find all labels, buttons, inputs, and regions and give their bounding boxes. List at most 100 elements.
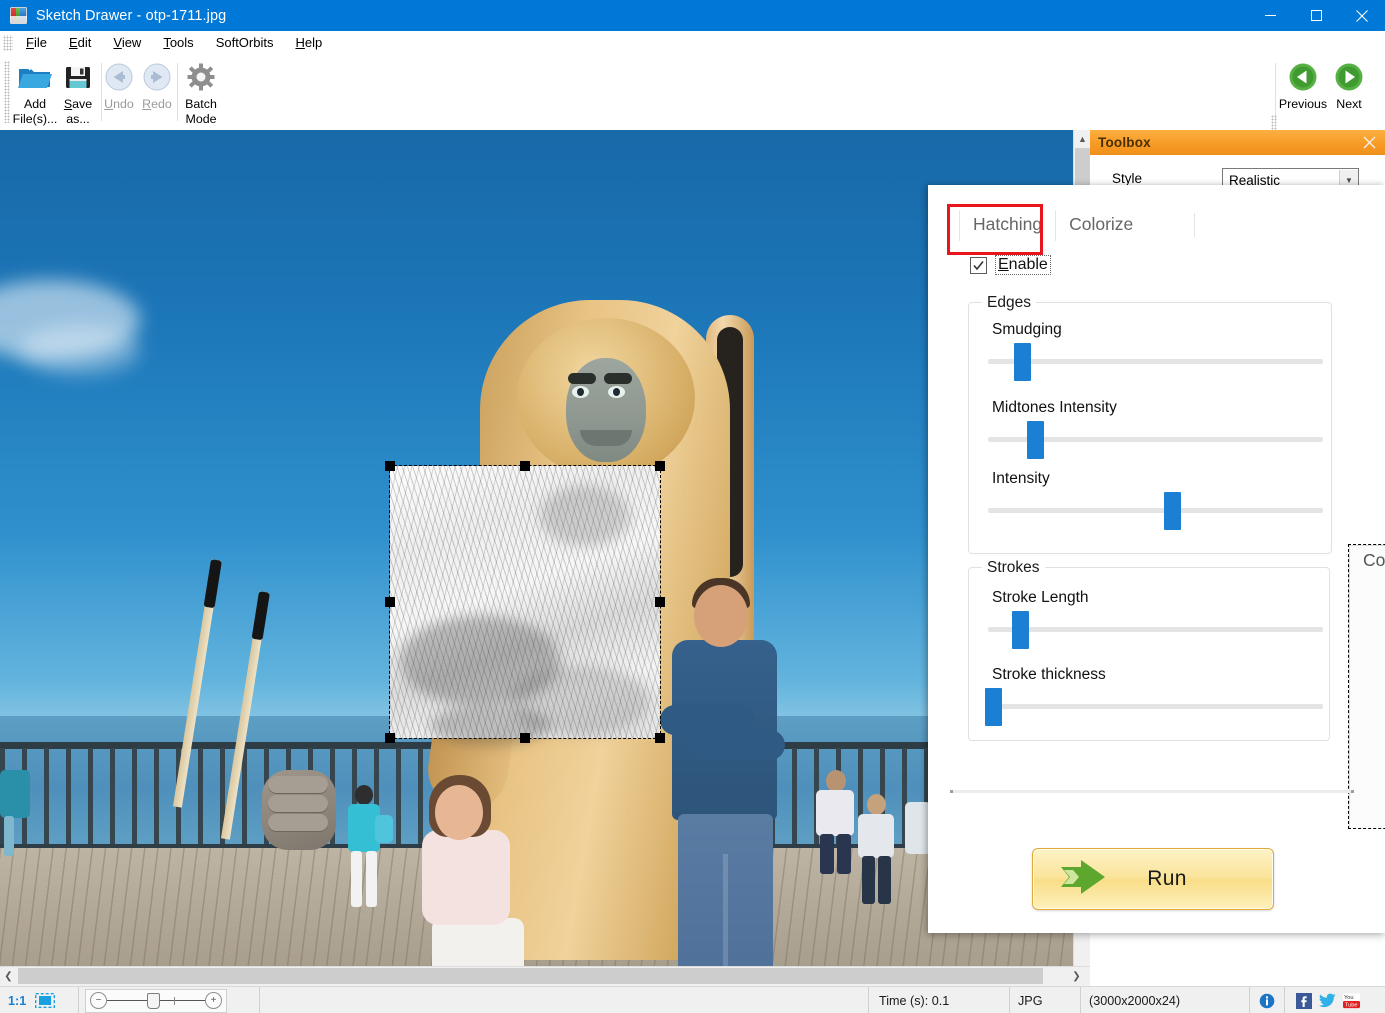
stroke-length-slider-thumb[interactable] [1012,611,1029,649]
menu-file[interactable]: File [15,32,58,54]
menu-grip-icon [3,35,13,51]
facebook-icon[interactable] [1295,992,1312,1009]
previous-button[interactable]: Previous [1278,58,1328,127]
zoom-track-left [107,1000,147,1001]
zoom-ratio-cell[interactable]: 1:1 [0,987,79,1013]
info-cell[interactable] [1250,987,1285,1013]
zoom-track-mid [160,1000,174,1001]
minus-icon[interactable]: − [90,992,107,1009]
menu-softorbits[interactable]: SoftOrbits [205,32,285,54]
processing-time-cell: Time (s): 0.1 [868,987,1010,1013]
girl-top [422,830,510,925]
add-files-button[interactable]: Add File(s)... [12,58,58,127]
tab-colorize[interactable]: Colorize [1055,210,1146,241]
photo-bigfoot-statue [0,130,1073,966]
undo-button[interactable]: Undo [100,58,138,127]
edges-group: Edges [968,302,1332,554]
gear-icon [186,58,216,96]
stroke-thickness-slider-track[interactable] [988,704,1323,709]
toolbox-panel: Contour Hatching Colorize Enable Edges S… [928,185,1385,933]
selection-handle-s[interactable] [520,733,530,743]
intensity-slider-thumb[interactable] [1164,492,1181,530]
selection-handle-sw[interactable] [385,733,395,743]
undo-label: Undo [104,97,134,112]
menu-edit[interactable]: Edit [58,32,102,54]
toolbox-tabs: Contour Hatching Colorize [959,209,1146,241]
next-button[interactable]: Next [1327,58,1371,127]
previous-label: Previous [1279,97,1327,112]
zoom-slider-cell[interactable]: − + [79,987,260,1013]
menu-help[interactable]: Help [284,32,333,54]
youtube-icon[interactable]: You Tube [1343,992,1360,1009]
chevron-up-icon[interactable]: ▲ [1074,130,1091,147]
title-bar: Sketch Drawer - otp-1711.jpg [0,0,1385,31]
selection-handle-w[interactable] [385,597,395,607]
image-canvas[interactable] [0,130,1073,966]
edges-group-title: Edges [982,294,1036,312]
window-controls [1247,0,1385,31]
toolbar-separator-3 [1275,63,1276,121]
green-play-arrow-icon [1059,858,1109,901]
smudging-slider-thumb[interactable] [1014,343,1031,381]
tab-hatching[interactable]: Hatching [959,210,1055,241]
midtones-intensity-slider-thumb[interactable] [1027,421,1044,459]
stroke-length-slider-track[interactable] [988,627,1323,632]
zoom-slider-thumb[interactable] [147,993,160,1009]
format-label: JPG [1018,994,1043,1008]
redo-button[interactable]: Redo [138,58,176,127]
tab-strip-end-divider [1194,213,1195,237]
close-button[interactable] [1339,0,1385,31]
fit-to-screen-icon[interactable] [35,993,55,1008]
chevron-left-icon[interactable]: ❮ [0,967,17,985]
next-label: Next [1336,97,1361,112]
save-as-button[interactable]: Save as... [57,58,99,127]
selection-handle-n[interactable] [520,461,530,471]
toolbox-separator [950,790,1354,793]
chevron-right-icon[interactable]: ❯ [1068,967,1085,985]
social-icons: You Tube [1295,992,1360,1009]
tab-contour[interactable]: Contour [1349,545,1385,828]
stroke-length-label: Stroke Length [992,589,1089,607]
bigfoot-mouth [580,430,632,446]
menu-tools[interactable]: Tools [152,32,204,54]
girl-pants [432,918,524,966]
selection-handle-e[interactable] [655,597,665,607]
smudging-label: Smudging [992,321,1062,339]
svg-text:Tube: Tube [1345,1002,1358,1008]
zoom-slider[interactable]: − + [85,989,227,1013]
toolbox-close-button[interactable] [1360,133,1379,152]
enable-checkbox[interactable] [970,257,987,274]
plus-icon[interactable]: + [205,992,222,1009]
processing-time-label: Time (s): 0.1 [879,994,949,1008]
add-files-label: Add File(s)... [13,97,58,127]
selection-handle-nw[interactable] [385,461,395,471]
smudging-slider-track[interactable] [988,359,1323,364]
enable-checkbox-row[interactable]: Enable [970,255,1051,275]
save-as-label: Save as... [64,97,92,127]
man-arm-right [690,730,785,760]
toolbar-grip-icon [4,61,10,123]
zoom-ratio-label: 1:1 [8,994,26,1008]
horizontal-scrollbar-thumb[interactable] [18,968,1043,984]
selection-handle-ne[interactable] [655,461,665,471]
open-folder-icon [17,58,53,96]
run-button[interactable]: Run [1032,848,1274,910]
minimize-button[interactable] [1247,0,1293,31]
maximize-button[interactable] [1293,0,1339,31]
intensity-slider-track[interactable] [988,508,1323,513]
info-icon[interactable] [1259,992,1276,1009]
menu-bar: File Edit View Tools SoftOrbits Help [0,31,1385,55]
app-logo-icon [10,7,27,24]
green-left-arrow-icon [1288,58,1318,96]
stroke-thickness-slider-thumb[interactable] [985,688,1002,726]
canvas-horizontal-scrollbar[interactable]: ❮ ❯ [0,966,1090,986]
format-cell: JPG [1010,987,1081,1013]
application-window: Sketch Drawer - otp-1711.jpg File Edit V… [0,0,1385,1013]
dimensions-label: (3000x2000x24) [1089,994,1180,1008]
twitter-icon[interactable] [1319,992,1336,1009]
selection-handle-se[interactable] [655,733,665,743]
menu-view[interactable]: View [102,32,152,54]
man-head [694,585,748,647]
batch-mode-button[interactable]: Batch Mode [177,58,225,127]
selection-sketch-preview[interactable] [390,466,660,738]
